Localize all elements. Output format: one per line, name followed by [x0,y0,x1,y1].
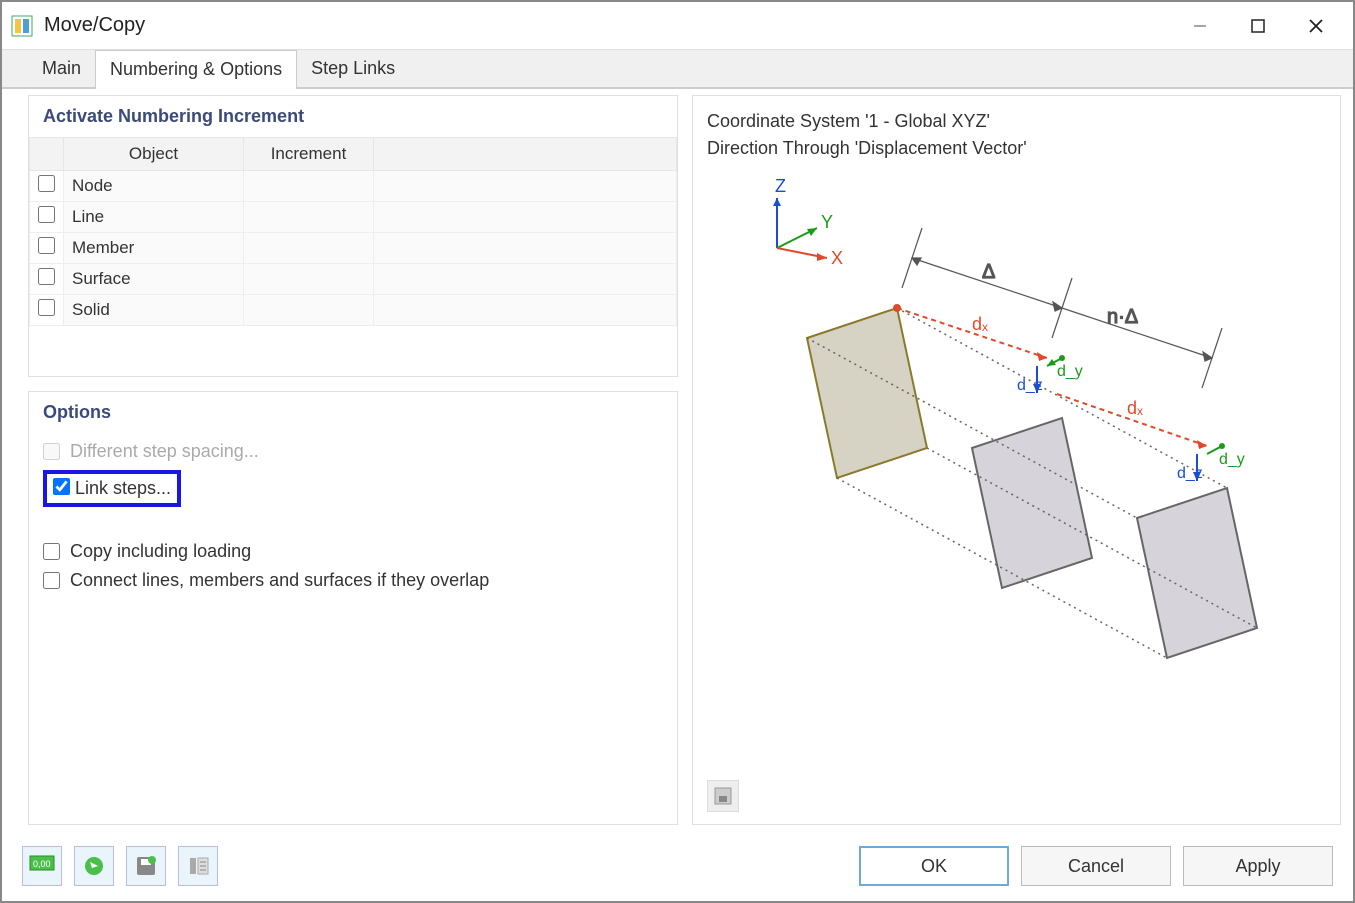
apply-button[interactable]: Apply [1183,846,1333,886]
col-object: Object [64,138,244,171]
option-row: Different step spacing... [43,441,663,462]
left-column: Activate Numbering Increment Object Incr… [28,95,678,825]
cell-object: Solid [64,295,244,326]
option-checkbox[interactable] [43,543,60,560]
option-label: Different step spacing... [70,441,259,462]
options-header: Options [29,392,677,433]
option-label: Link steps... [75,478,171,499]
option-checkbox[interactable] [43,572,60,589]
svg-text:dₓ: dₓ [972,314,988,334]
preview-tool-button[interactable] [707,780,739,812]
table-row: Line [30,202,677,233]
row-checkbox[interactable] [38,299,55,316]
table-row: Node [30,171,677,202]
svg-text:d_y: d_y [1219,451,1245,468]
option-row: Connect lines, members and surfaces if t… [43,570,663,591]
table-row: Solid [30,295,677,326]
option-row: Copy including loading [43,541,663,562]
table-row: Member [30,233,677,264]
list-button[interactable] [178,846,218,886]
row-checkbox[interactable] [38,237,55,254]
cell-increment[interactable] [244,171,374,202]
window-controls [1171,6,1345,46]
svg-text:dₓ: dₓ [1127,398,1143,418]
svg-text:0,00: 0,00 [33,859,51,869]
cancel-button[interactable]: Cancel [1021,846,1171,886]
table-row: Surface [30,264,677,295]
svg-text:d_z: d_z [1017,377,1043,394]
titlebar: Move/Copy [2,2,1353,50]
cell-object: Node [64,171,244,202]
svg-text:Δ: Δ [982,261,995,283]
footer: 0,00 OK Cancel Apply [2,831,1353,901]
option-checkbox[interactable] [53,478,70,495]
col-increment: Increment [244,138,374,171]
tab-numbering-options[interactable]: Numbering & Options [95,50,297,89]
units-button[interactable]: 0,00 [22,846,62,886]
option-row: Link steps... [43,470,663,507]
option-checkbox [43,443,60,460]
cell-object: Surface [64,264,244,295]
preview-line1: Coordinate System '1 - Global XYZ' [707,108,1326,135]
window-title: Move/Copy [44,14,145,37]
dialog-window: Move/Copy Main Numbering & Options Step … [0,0,1355,903]
cell-increment[interactable] [244,264,374,295]
row-checkbox[interactable] [38,268,55,285]
row-checkbox[interactable] [38,175,55,192]
svg-text:d_y: d_y [1057,363,1083,380]
options-list: Different step spacing... Link steps... C… [29,433,677,609]
cell-object: Member [64,233,244,264]
svg-text:X: X [831,248,843,268]
ok-button[interactable]: OK [859,846,1009,886]
app-icon [10,14,34,38]
option-label: Copy including loading [70,541,251,562]
preview-diagram: Z Y X [707,162,1326,780]
svg-text:Y: Y [821,212,833,232]
tabbar: Main Numbering & Options Step Links [2,50,1353,89]
numbering-table: Object Increment Node Line Member Surfac… [29,137,677,326]
close-button[interactable] [1287,6,1345,46]
svg-text:Z: Z [775,176,786,196]
svg-text:n·Δ: n·Δ [1107,306,1138,328]
save-button[interactable] [126,846,166,886]
preview-line2: Direction Through 'Displacement Vector' [707,135,1326,162]
cell-increment[interactable] [244,295,374,326]
numbering-panel: Activate Numbering Increment Object Incr… [28,95,678,377]
row-checkbox[interactable] [38,206,55,223]
pick-button[interactable] [74,846,114,886]
preview-panel: Coordinate System '1 - Global XYZ' Direc… [692,95,1341,825]
maximize-button[interactable] [1229,6,1287,46]
cell-increment[interactable] [244,202,374,233]
cell-object: Line [64,202,244,233]
cell-increment[interactable] [244,233,374,264]
option-label: Connect lines, members and surfaces if t… [70,570,489,591]
svg-text:d_z: d_z [1177,465,1203,482]
tab-step-links[interactable]: Step Links [297,50,409,87]
options-panel: Options Different step spacing... Link s… [28,391,678,825]
tab-main[interactable]: Main [28,50,95,87]
numbering-header: Activate Numbering Increment [29,96,677,137]
content-area: Activate Numbering Increment Object Incr… [2,89,1353,831]
minimize-button[interactable] [1171,6,1229,46]
